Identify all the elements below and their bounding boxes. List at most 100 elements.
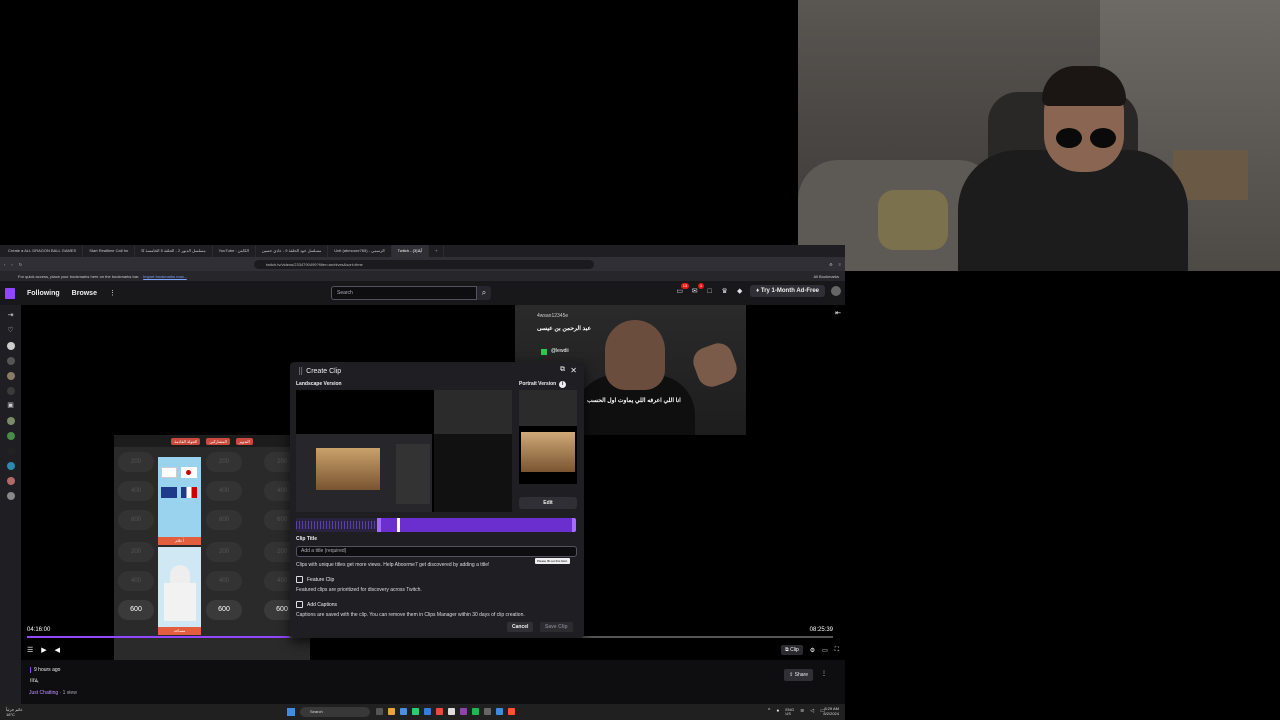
windows-start-icon[interactable] <box>287 708 295 716</box>
clip-title-input[interactable]: Add a title (required) <box>296 546 577 557</box>
search-icon[interactable]: ⌕ <box>477 286 491 300</box>
browser-tab[interactable]: Unit (abmoore765) - الرسمي <box>328 245 392 257</box>
forward-icon[interactable]: › <box>11 262 12 267</box>
task-view-icon[interactable] <box>376 708 383 715</box>
scrubber-start-handle[interactable] <box>377 518 381 532</box>
category-link[interactable]: Just Chatting <box>29 690 58 696</box>
channel-avatar[interactable] <box>6 492 15 500</box>
expand-sidebar-icon[interactable]: ⇥ <box>7 312 15 320</box>
app-icon[interactable] <box>460 708 467 715</box>
channel-avatar[interactable] <box>6 432 15 440</box>
clock[interactable]: 8:29 AM 8/2/2024 <box>823 706 839 716</box>
scrubber-playhead[interactable] <box>397 518 400 532</box>
webcam-feed <box>798 0 1280 271</box>
fullscreen-icon[interactable]: ⛶ <box>835 647 839 654</box>
point-cell: 600 <box>118 510 154 530</box>
korea-flag-icon <box>161 467 177 478</box>
prime-icon[interactable]: ♛ <box>720 287 729 296</box>
speaker-icon[interactable]: ◁ <box>810 708 814 716</box>
clip-button[interactable]: ⧉ Clip <box>781 645 803 655</box>
tray-chevron-icon[interactable]: ^ <box>768 708 770 716</box>
taskbar-search[interactable]: Search <box>300 707 370 717</box>
video-category-line: Just Chatting · 1 view <box>29 690 77 696</box>
avatar[interactable] <box>831 286 841 296</box>
app-icon[interactable] <box>448 708 455 715</box>
volume-icon[interactable]: ◀ <box>55 646 60 654</box>
url-input[interactable]: twitch.tv/videos/2334790499?filter=archi… <box>254 259 595 269</box>
browser-tab-active[interactable]: Twitch - آيلا(3) <box>391 245 430 257</box>
play-icon[interactable]: ▶ <box>41 646 46 654</box>
nav-more-icon[interactable]: ⋮ <box>109 289 116 297</box>
app-icon[interactable] <box>484 708 491 715</box>
weather-widget[interactable]: غائم جزئياً 18°C <box>6 707 56 717</box>
close-icon[interactable]: ✕ <box>570 366 577 375</box>
more-options-icon[interactable]: ⋮ <box>821 670 827 677</box>
share-label: Share <box>794 672 808 678</box>
whispers-icon[interactable]: □ <box>705 287 714 296</box>
share-button[interactable]: ⇪ Share <box>784 669 813 681</box>
clip-range-scrubber[interactable] <box>296 518 576 532</box>
back-icon[interactable]: ‹ <box>4 262 5 267</box>
app-icon[interactable] <box>472 708 479 715</box>
nav-browse[interactable]: Browse <box>72 290 97 297</box>
inbox-icon[interactable]: ✉ 1 <box>690 282 705 296</box>
app-icon[interactable] <box>496 708 503 715</box>
nav-following[interactable]: Following <box>27 290 60 297</box>
channel-avatar[interactable] <box>6 372 15 380</box>
left-sidebar: ⇥ ♡ ▣ <box>0 305 21 705</box>
all-bookmarks-button[interactable]: All Bookmarks <box>813 274 845 279</box>
scrubber-end-handle[interactable] <box>572 518 576 532</box>
save-clip-button[interactable]: Save Clip <box>540 622 573 632</box>
edge-icon[interactable] <box>424 708 431 715</box>
app-icon[interactable] <box>436 708 443 715</box>
video-icon[interactable]: ▣ <box>7 402 15 410</box>
notifications-icon[interactable]: ▭ 13 <box>675 282 690 296</box>
language-indicator[interactable]: ENG US <box>785 708 794 716</box>
brave-icon[interactable] <box>508 708 515 715</box>
address-bar-row: ‹ › ↻ twitch.tv/videos/2334790499?filter… <box>0 257 845 271</box>
file-explorer-icon[interactable] <box>388 708 395 715</box>
ad-free-label: Try 1-Month Ad-Free <box>760 288 819 294</box>
import-bookmarks-link[interactable]: Import bookmarks now... <box>143 274 187 279</box>
cancel-button[interactable]: Cancel <box>507 622 534 632</box>
channel-avatar[interactable] <box>6 342 15 350</box>
drag-handle-icon[interactable]: ⣿ <box>298 368 303 375</box>
bits-icon[interactable]: ◆ <box>735 287 744 296</box>
channel-avatar[interactable] <box>6 357 15 365</box>
settings-icon[interactable]: ⚙ <box>810 647 815 654</box>
wifi-icon[interactable]: ≋ <box>800 708 804 716</box>
feature-clip-checkbox[interactable] <box>296 576 303 583</box>
new-tab-button[interactable]: + <box>429 245 445 257</box>
heart-icon[interactable]: ♡ <box>7 327 15 335</box>
channel-avatar[interactable] <box>6 462 15 470</box>
channel-avatar[interactable] <box>6 387 15 395</box>
collapse-chat-icon[interactable]: ⇤ <box>835 309 841 317</box>
chapters-icon[interactable]: ☰ <box>27 646 33 654</box>
browser-tab[interactable]: Create a ALL DRAGON BALL GAMES <box>2 245 84 257</box>
browser-tab[interactable]: Start Realtime Call for <box>83 245 136 257</box>
search-input[interactable]: Search <box>331 286 477 300</box>
browser-tab[interactable]: YouTube : الكابتن <box>213 245 256 257</box>
app-icon[interactable] <box>412 708 419 715</box>
cam-username: 4wsan12345e <box>537 313 569 319</box>
info-icon[interactable]: i <box>559 381 567 388</box>
add-captions-checkbox[interactable] <box>296 601 303 608</box>
channel-avatar[interactable] <box>6 417 15 425</box>
twitch-logo-icon[interactable] <box>5 287 15 299</box>
tray-app-icon[interactable]: ● <box>776 708 779 716</box>
reload-icon[interactable]: ↻ <box>19 262 22 267</box>
ad-free-button[interactable]: ♦ Try 1-Month Ad-Free <box>750 285 825 297</box>
theatre-mode-icon[interactable]: ▭ <box>822 647 828 654</box>
extensions-icon[interactable]: ⚙ <box>829 262 833 267</box>
channel-avatar[interactable] <box>6 447 15 455</box>
app-icon[interactable] <box>400 708 407 715</box>
browser-tab[interactable]: مسلسل الدبور 2 - الحلقة 5 الخامسة كا <box>135 245 213 257</box>
popout-icon[interactable]: ⧉ <box>560 366 565 374</box>
card-label: مساجد <box>158 627 201 635</box>
edit-button[interactable]: Edit <box>519 497 577 509</box>
france-flag-icon <box>181 487 197 498</box>
menu-icon[interactable]: ≡ <box>839 262 841 267</box>
channel-avatar[interactable] <box>6 477 15 485</box>
mosque-dome-icon <box>170 565 190 583</box>
browser-tab[interactable]: مسلسل خود الحلقة 9 - عادي حسين <box>256 245 329 257</box>
